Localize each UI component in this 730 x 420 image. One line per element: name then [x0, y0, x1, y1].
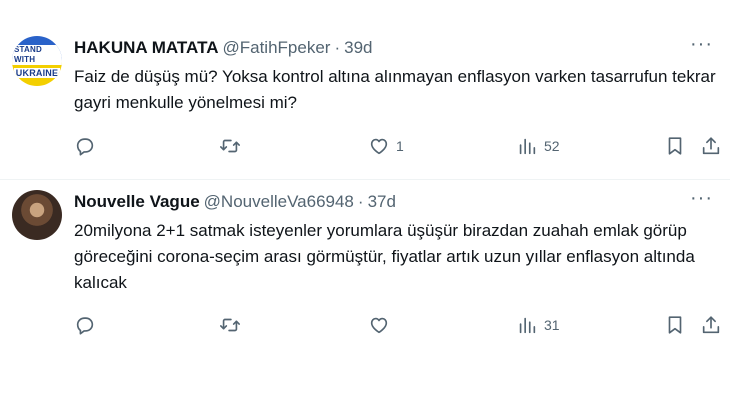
like-button[interactable] — [368, 313, 390, 337]
bookmark-button[interactable] — [664, 313, 686, 337]
retweet-icon — [220, 139, 240, 153]
more-icon[interactable]: ··· — [690, 34, 712, 58]
share-button[interactable] — [700, 134, 722, 158]
heart-icon — [370, 138, 388, 155]
separator: · — [334, 38, 341, 57]
tweet-actions: 31 — [74, 313, 720, 337]
avatar-text-line1: STAND WITH — [12, 44, 62, 65]
views-count: 52 — [544, 138, 560, 154]
reply-icon — [76, 317, 94, 335]
retweet-button[interactable] — [219, 313, 241, 337]
display-name[interactable]: HAKUNA MATATA — [74, 38, 218, 58]
views-button[interactable]: 52 — [516, 134, 560, 158]
tweet-body: HAKUNA MATATA @FatihFpeker · 39d ··· Fai… — [74, 34, 716, 116]
avatar-text-line2: UKRAINE — [13, 67, 61, 78]
bookmark-icon — [668, 316, 682, 334]
bookmark-button[interactable] — [664, 134, 686, 158]
retweet-icon — [220, 318, 240, 332]
tweet-text: Faiz de düşüş mü? Yoksa kontrol altına a… — [74, 67, 716, 112]
views-icon — [519, 317, 536, 334]
reply-button[interactable] — [74, 134, 96, 158]
tweet[interactable]: Nouvelle Vague @NouvelleVa66948 · 37d ··… — [0, 180, 730, 420]
tweet-header: Nouvelle Vague @NouvelleVa66948 · 37d — [74, 190, 716, 214]
tweet-text: 20milyona 2+1 satmak isteyenler yorumlar… — [74, 221, 695, 292]
timestamp[interactable]: 37d — [368, 192, 396, 212]
reply-button[interactable] — [74, 313, 96, 337]
avatar[interactable]: STAND WITH UKRAINE — [12, 36, 62, 86]
display-name[interactable]: Nouvelle Vague — [74, 192, 200, 212]
views-icon — [519, 138, 536, 155]
share-icon — [702, 316, 720, 334]
heart-icon — [370, 317, 388, 334]
share-button[interactable] — [700, 313, 722, 337]
tweet-actions: 1 52 — [74, 134, 720, 158]
avatar[interactable] — [12, 190, 62, 240]
retweet-button[interactable] — [219, 134, 241, 158]
views-count: 31 — [544, 317, 560, 333]
user-handle[interactable]: @NouvelleVa66948 — [204, 192, 354, 212]
reply-icon — [76, 138, 94, 156]
more-icon[interactable]: ··· — [690, 188, 712, 212]
timestamp[interactable]: 39d — [344, 38, 372, 58]
views-button[interactable]: 31 — [516, 313, 560, 337]
separator: · — [357, 192, 364, 211]
like-count: 1 — [396, 138, 404, 154]
tweet[interactable]: STAND WITH UKRAINE HAKUNA MATATA @FatihF… — [0, 0, 730, 180]
user-handle[interactable]: @FatihFpeker — [222, 38, 330, 58]
share-icon — [702, 137, 720, 155]
like-button[interactable]: 1 — [368, 134, 404, 158]
tweet-body: Nouvelle Vague @NouvelleVa66948 · 37d ··… — [74, 188, 716, 296]
bookmark-icon — [668, 137, 682, 155]
tweet-header: HAKUNA MATATA @FatihFpeker · 39d — [74, 36, 716, 60]
